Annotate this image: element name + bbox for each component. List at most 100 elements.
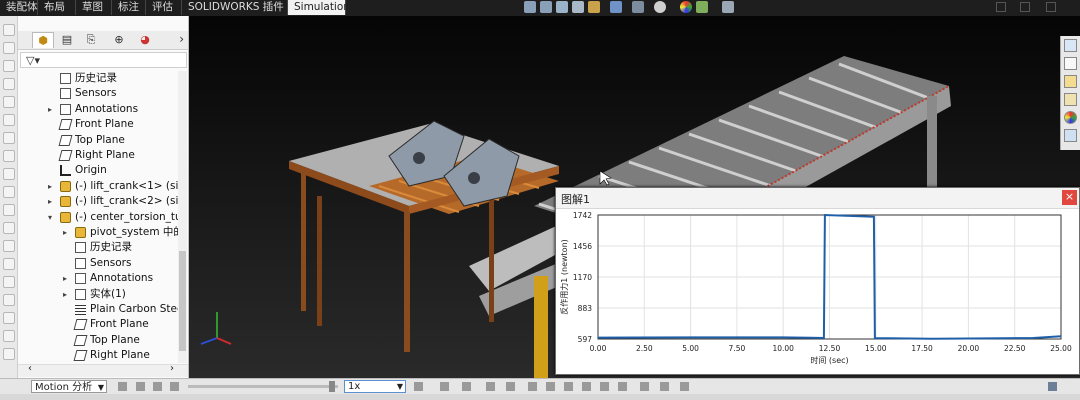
command-tab[interactable]: 草图 [76,0,112,15]
tree-horizontal-scrollbar[interactable]: ‹ › [18,363,188,377]
home-icon[interactable] [1064,39,1077,52]
display-manager-icon[interactable]: ◕ [134,32,156,48]
dimxpert-icon[interactable]: ⊕ [108,32,130,48]
strip-tool-icon[interactable] [3,186,15,198]
strip-tool-icon[interactable] [3,330,15,342]
scrollbar-thumb[interactable] [179,251,186,351]
strip-tool-icon[interactable] [3,132,15,144]
dynamic-annotation-icon[interactable] [588,1,600,13]
strip-tool-icon[interactable] [3,96,15,108]
scroll-left-icon[interactable]: ‹ [28,363,32,374]
filter-icon[interactable]: ▽▾ [26,54,40,67]
calculate-icon[interactable] [118,382,127,391]
command-tab[interactable]: 评估 [146,0,182,15]
caret-right-icon[interactable]: ▸ [46,179,54,194]
playback-slider-handle[interactable] [329,381,335,392]
autokey-icon[interactable] [486,382,495,391]
feature-manager-icon[interactable]: ⬢ [32,32,54,48]
motor-icon[interactable] [528,382,537,391]
strip-tool-icon[interactable] [3,276,15,288]
stop-icon[interactable] [170,382,179,391]
sensor-icon [60,88,71,100]
minimize-icon[interactable] [996,2,1006,12]
chart-panel-icon[interactable] [1048,382,1057,391]
command-tab[interactable]: 布局 [38,0,76,15]
design-library-icon[interactable] [1064,57,1077,70]
strip-tool-icon[interactable] [3,240,15,252]
hide-show-icon[interactable] [654,1,666,13]
close-graph-button[interactable]: × [1062,190,1077,205]
spring-icon[interactable] [546,382,555,391]
x-tick-label: 22.50 [1004,344,1026,353]
playback-mode-icon[interactable] [414,382,423,391]
contact-icon[interactable] [600,382,609,391]
chevron-down-icon[interactable]: ▼ [397,381,403,393]
view-orientation-icon[interactable] [610,1,622,13]
coordinate-triad [200,312,232,345]
file-explorer-icon[interactable] [1064,75,1077,88]
playback-speed-select[interactable]: 1x ▼ [344,380,406,393]
restore-icon[interactable] [1020,2,1030,12]
caret-right-icon[interactable]: ▸ [61,225,69,240]
configuration-manager-icon[interactable]: ⎘ [80,32,102,48]
appearances-icon[interactable] [1064,111,1077,124]
strip-tool-icon[interactable] [3,168,15,180]
command-tab[interactable]: Simulation [288,0,350,15]
previous-view-icon[interactable] [556,1,568,13]
study-type-select[interactable]: Motion 分析 ▼ [31,380,107,393]
gravity-icon[interactable] [618,382,627,391]
close-icon[interactable] [1046,2,1056,12]
chevron-right-icon[interactable]: › [179,32,184,46]
motion-timeline[interactable] [0,394,1080,400]
view-palette-icon[interactable] [1064,93,1077,106]
command-tab[interactable]: 装配体 [0,0,38,15]
display-style-icon[interactable] [632,1,644,13]
results-and-plots-icon[interactable] [640,382,649,391]
strip-tool-icon[interactable] [3,258,15,270]
strip-tool-icon[interactable] [3,78,15,90]
strip-tool-icon[interactable] [3,312,15,324]
caret-right-icon[interactable]: ▸ [61,287,69,302]
playback-slider[interactable] [188,385,338,388]
section-view-icon[interactable] [572,1,584,13]
custom-properties-icon[interactable] [1064,129,1077,142]
strip-tool-icon[interactable] [3,150,15,162]
animation-wizard-icon[interactable] [462,382,471,391]
play-icon[interactable] [153,382,162,391]
command-tab[interactable]: 标注 [112,0,146,15]
property-manager-icon[interactable]: ▤ [56,32,78,48]
scroll-right-icon[interactable]: › [170,363,174,374]
command-tab[interactable]: SOLIDWORKS 插件 [182,0,288,15]
strip-tool-icon[interactable] [3,222,15,234]
tree-filter[interactable]: ▽▾ [20,52,187,68]
collapse-motion-manager-icon[interactable] [680,382,689,391]
apply-scene-icon[interactable] [696,1,708,13]
zoom-to-fit-icon[interactable] [524,1,536,13]
strip-tool-icon[interactable] [3,348,15,360]
chevron-down-icon[interactable]: ▼ [98,381,104,394]
force-icon[interactable] [582,382,591,391]
part-icon [60,211,71,223]
strip-tool-icon[interactable] [3,24,15,36]
strip-tool-icon[interactable] [3,114,15,126]
damper-icon[interactable] [564,382,573,391]
caret-down-icon[interactable]: ▾ [46,210,54,225]
strip-tool-icon[interactable] [3,204,15,216]
zoom-area-icon[interactable] [540,1,552,13]
tree-vertical-scrollbar[interactable] [178,71,187,363]
caret-right-icon[interactable]: ▸ [46,194,54,209]
results-graph-window[interactable]: 图解1 × 0.00 2.50 5.00 7.50 10.00 12.50 15.00 17.… [555,187,1080,375]
motion-study-properties-icon[interactable] [660,382,669,391]
save-animation-icon[interactable] [440,382,449,391]
add-key-icon[interactable] [506,382,515,391]
edit-appearance-icon[interactable] [680,1,692,13]
graph-title-bar[interactable]: 图解1 × [556,188,1079,209]
view-settings-icon[interactable] [722,1,734,13]
strip-tool-icon[interactable] [3,60,15,72]
origin-icon [60,165,71,177]
play-from-start-icon[interactable] [136,382,145,391]
strip-tool-icon[interactable] [3,294,15,306]
strip-tool-icon[interactable] [3,42,15,54]
caret-right-icon[interactable]: ▸ [61,271,69,286]
caret-right-icon[interactable]: ▸ [46,102,54,117]
